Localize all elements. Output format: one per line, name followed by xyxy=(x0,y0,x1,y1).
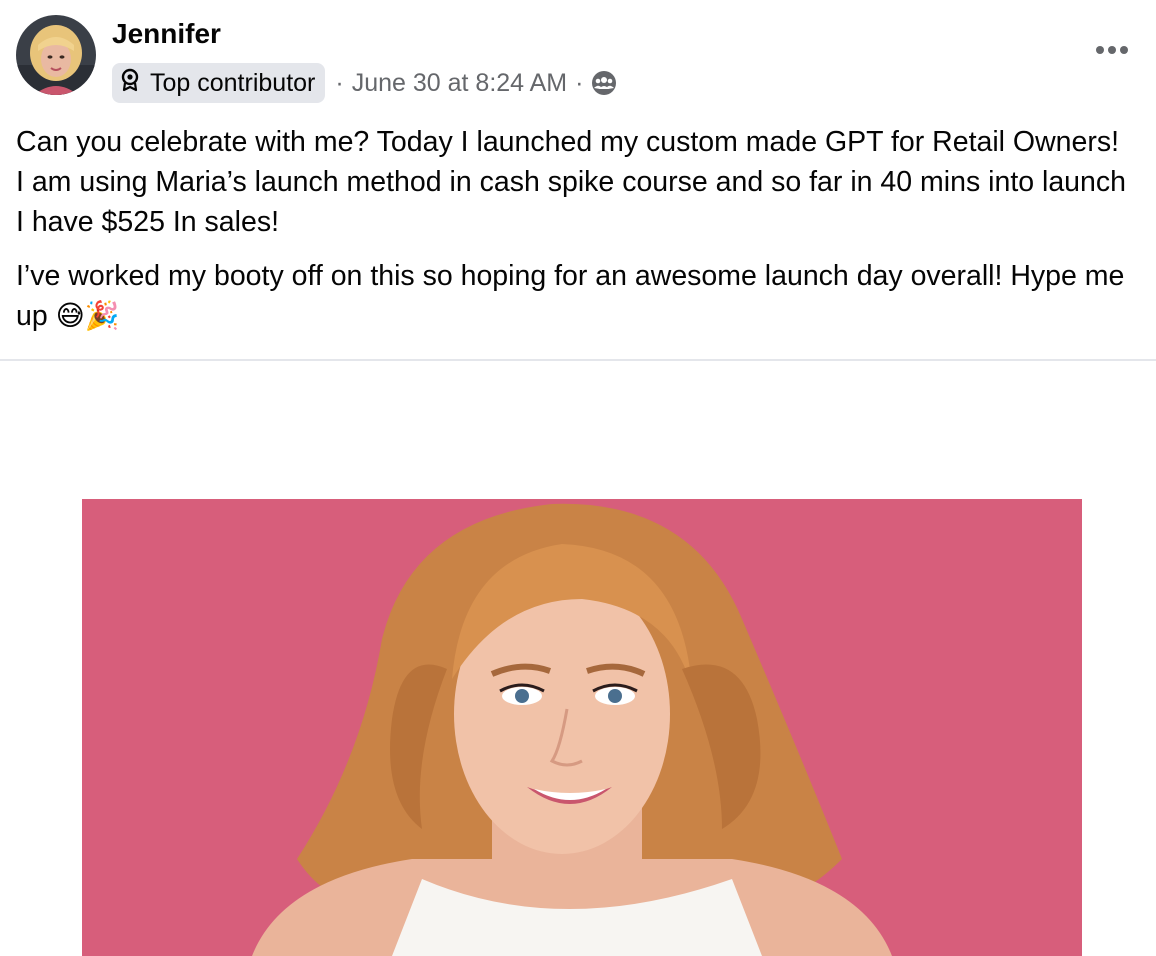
badge-icon xyxy=(120,68,140,99)
meta-separator: · xyxy=(335,68,344,97)
ellipsis-icon-dot xyxy=(1108,46,1116,54)
post-paragraph-text: I’ve worked my booty off on this so hopi… xyxy=(16,260,1125,332)
top-contributor-badge[interactable]: Top contributor xyxy=(112,63,326,103)
ellipsis-icon xyxy=(1096,46,1104,54)
badge-label: Top contributor xyxy=(150,68,316,97)
more-options-button[interactable] xyxy=(1086,28,1138,72)
author-name[interactable]: Jennifer xyxy=(112,18,221,50)
portrait-photo xyxy=(82,499,1082,956)
post-body: Can you celebrate with me? Today I launc… xyxy=(16,122,1126,336)
post-paragraph: I’ve worked my booty off on this so hopi… xyxy=(16,256,1126,336)
post-image[interactable] xyxy=(82,499,1082,956)
author-avatar[interactable] xyxy=(16,15,96,95)
meta-separator: · xyxy=(575,68,584,97)
post-card: Jennifer Top contributor · June 30 at 8:… xyxy=(0,0,1156,956)
emoji-sweat-smile-party-icon: 😅🎉 xyxy=(55,299,120,332)
ellipsis-icon-dot xyxy=(1120,46,1128,54)
post-meta: Top contributor · June 30 at 8:24 AM · xyxy=(112,62,617,104)
divider xyxy=(0,359,1156,361)
post-timestamp[interactable]: June 30 at 8:24 AM xyxy=(352,69,567,98)
group-members-icon[interactable] xyxy=(591,70,617,96)
avatar-photo-icon xyxy=(16,15,96,95)
post-paragraph: Can you celebrate with me? Today I launc… xyxy=(16,126,1126,238)
